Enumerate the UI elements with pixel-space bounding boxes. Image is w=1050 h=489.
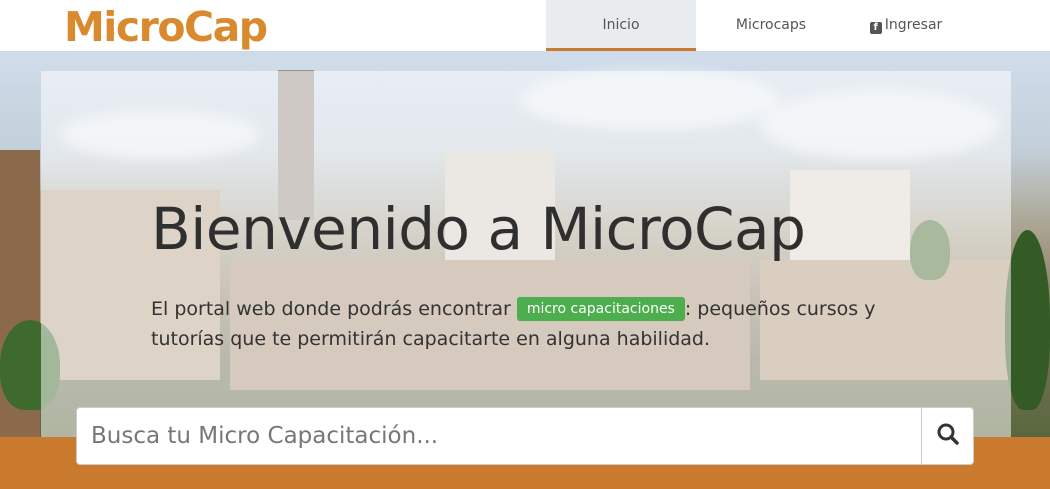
facebook-icon: f	[869, 22, 882, 34]
hero-text-start: El portal web donde podrás encontrar	[151, 298, 511, 320]
nav-microcaps-label: Microcaps	[735, 17, 807, 33]
nav-microcaps[interactable]: Microcaps	[696, 0, 846, 51]
nav-ingresar-label: Ingresar	[884, 17, 943, 33]
hero-description: El portal web donde podrás encontrar mic…	[151, 294, 911, 354]
logo[interactable]: MicroCap	[64, 4, 268, 50]
search-input[interactable]	[77, 408, 921, 464]
main-nav: Inicio Microcaps f Ingresar	[546, 0, 966, 51]
nav-ingresar[interactable]: f Ingresar	[846, 0, 966, 51]
hero-title: Bienvenido a MicroCap	[151, 195, 806, 263]
nav-inicio-label: Inicio	[602, 17, 640, 33]
micro-capacitaciones-badge: micro capacitaciones	[516, 297, 685, 321]
top-header: MicroCap Inicio Microcaps f Ingresar	[0, 0, 1050, 51]
search-bar	[76, 407, 974, 465]
search-icon	[936, 422, 960, 450]
nav-inicio[interactable]: Inicio	[546, 0, 696, 51]
search-button[interactable]	[921, 408, 973, 464]
